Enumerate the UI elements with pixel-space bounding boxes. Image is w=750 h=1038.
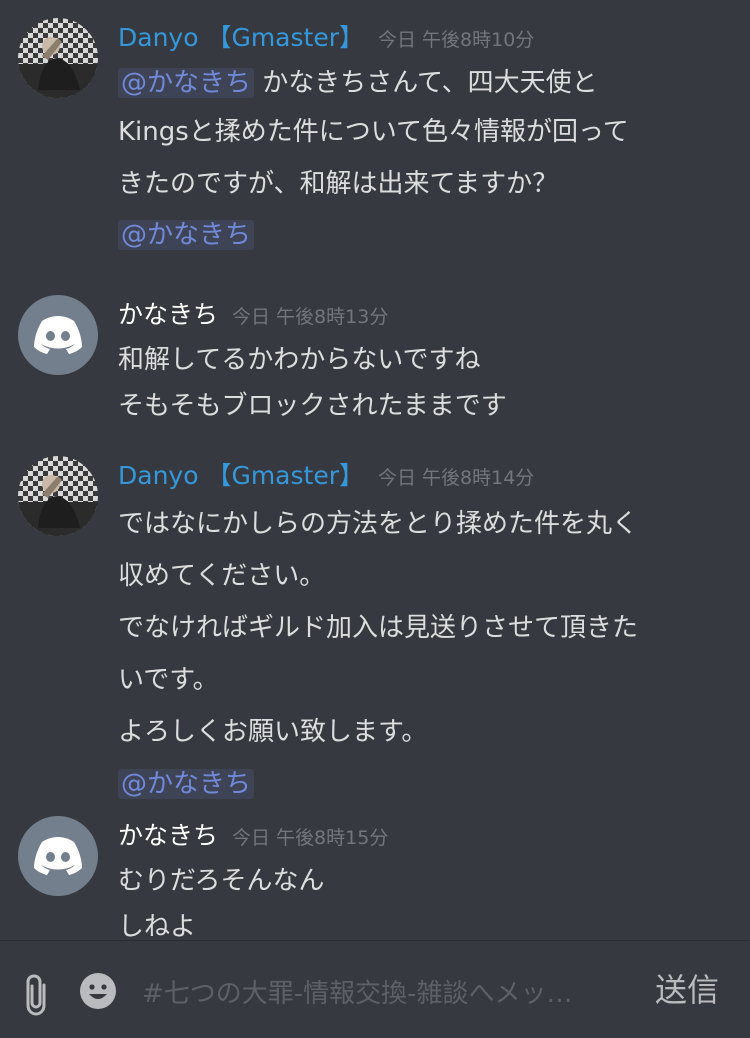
- message-line: むりだろそんなん: [118, 866, 325, 896]
- message-line: かなきちさんて、四大天使と: [254, 68, 598, 98]
- author-name[interactable]: Danyo 【Gmaster】: [118, 456, 364, 492]
- smiley-icon[interactable]: [78, 971, 118, 1011]
- discord-logo-icon: [34, 316, 82, 354]
- message-line: きたのですが、和解は出来てますか？: [118, 169, 559, 199]
- message-line: よろしくお願い致します。: [118, 717, 428, 747]
- message-line: しねよ: [118, 912, 197, 940]
- paperclip-icon[interactable]: [22, 973, 52, 1017]
- avatar[interactable]: [18, 295, 98, 375]
- message-line: ではなにかしらの方法をとり揉めた件を丸く: [118, 509, 639, 539]
- user-photo-icon: [18, 18, 98, 98]
- user-photo-icon: [18, 456, 98, 536]
- message-line: でなければギルド加入は見送りさせて頂きた: [118, 613, 639, 643]
- timestamp: 今日 午後8時13分: [232, 306, 389, 328]
- message-composer: 送信: [0, 940, 750, 1038]
- timestamp: 今日 午後8時15分: [232, 827, 389, 849]
- message-text: @かなきち: [118, 758, 730, 810]
- message-line: Kingsと揉めた件について色々情報が回って: [118, 117, 629, 147]
- send-button[interactable]: 送信: [655, 963, 719, 1013]
- message-list: Danyo 【Gmaster】 今日 午後8時10分 @かなきち かなきちさんて…: [0, 0, 750, 940]
- message-text: @かなきち: [118, 210, 730, 260]
- avatar[interactable]: [18, 18, 98, 98]
- avatar[interactable]: [18, 456, 98, 536]
- message-line: いです。: [118, 665, 219, 695]
- discord-logo-icon: [34, 837, 82, 875]
- message-input[interactable]: [140, 971, 644, 1017]
- avatar[interactable]: [18, 816, 98, 896]
- message-line: 収めてください。: [118, 561, 326, 591]
- message-line: そもそもブロックされたままです: [118, 391, 507, 421]
- mention[interactable]: @かなきち: [118, 220, 255, 250]
- author-name[interactable]: かなきち: [118, 816, 218, 852]
- timestamp: 今日 午後8時14分: [377, 467, 535, 489]
- mention[interactable]: @かなきち: [118, 769, 255, 799]
- message-text: @かなきち かなきちさんて、四大天使と: [118, 60, 730, 106]
- message-line: 和解してるかわからないですね: [118, 345, 481, 375]
- mention[interactable]: @かなきち: [118, 68, 255, 98]
- author-name[interactable]: Danyo 【Gmaster】: [118, 18, 364, 54]
- timestamp: 今日 午後8時10分: [377, 29, 535, 51]
- author-name[interactable]: かなきち: [118, 295, 218, 331]
